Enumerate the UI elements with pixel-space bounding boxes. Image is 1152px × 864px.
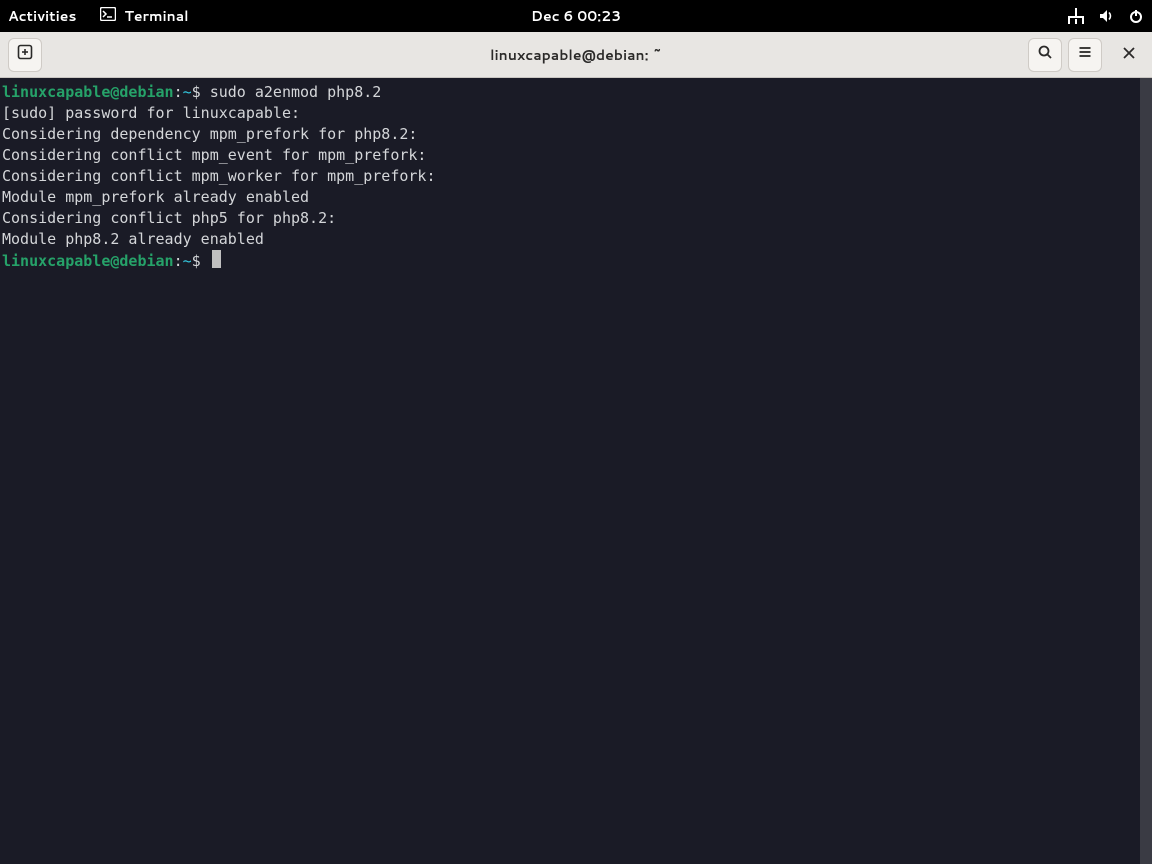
prompt-user-host: linuxcapable@debian <box>2 83 174 101</box>
prompt-sigil: $ <box>192 252 210 270</box>
output-line: Considering conflict mpm_event for mpm_p… <box>2 146 426 164</box>
output-line: Considering conflict php5 for php8.2: <box>2 209 336 227</box>
prompt-sigil: $ <box>192 83 210 101</box>
hamburger-icon <box>1077 43 1093 66</box>
volume-icon[interactable] <box>1098 8 1114 24</box>
prompt-path: ~ <box>183 83 192 101</box>
terminal-scrollbar[interactable] <box>1140 78 1152 864</box>
terminal-icon <box>100 6 116 26</box>
cursor <box>212 250 221 268</box>
active-app-name: Terminal <box>124 6 188 26</box>
power-icon[interactable] <box>1128 8 1144 24</box>
clock[interactable]: Dec 6 00:23 <box>531 6 621 26</box>
prompt-sep: : <box>174 83 183 101</box>
terminal-viewport: linuxcapable@debian:~$ sudo a2enmod php8… <box>0 78 1152 864</box>
search-button[interactable] <box>1028 38 1062 72</box>
output-line: Considering conflict mpm_worker for mpm_… <box>2 167 435 185</box>
network-icon[interactable] <box>1068 8 1084 24</box>
prompt-user-host: linuxcapable@debian <box>2 252 174 270</box>
command-text: sudo a2enmod php8.2 <box>210 83 382 101</box>
output-line: Module mpm_prefork already enabled <box>2 188 309 206</box>
output-line: Module php8.2 already enabled <box>2 230 264 248</box>
prompt-sep: : <box>174 252 183 270</box>
activities-button[interactable]: Activities <box>8 6 76 26</box>
output-line: Considering dependency mpm_prefork for p… <box>2 125 417 143</box>
close-button[interactable] <box>1114 40 1144 70</box>
active-app-indicator[interactable]: Terminal <box>100 6 188 26</box>
gnome-topbar: Activities Terminal Dec 6 00:23 <box>0 0 1152 32</box>
close-icon <box>1122 43 1136 66</box>
search-icon <box>1037 43 1053 66</box>
prompt-path: ~ <box>183 252 192 270</box>
new-tab-button[interactable] <box>8 38 42 72</box>
window-title: linuxcapable@debian: ~ <box>490 45 662 65</box>
output-line: [sudo] password for linuxcapable: <box>2 104 300 122</box>
menu-button[interactable] <box>1068 38 1102 72</box>
window-headerbar: linuxcapable@debian: ~ <box>0 32 1152 78</box>
terminal-content[interactable]: linuxcapable@debian:~$ sudo a2enmod php8… <box>0 78 1140 864</box>
new-tab-icon <box>17 43 33 66</box>
